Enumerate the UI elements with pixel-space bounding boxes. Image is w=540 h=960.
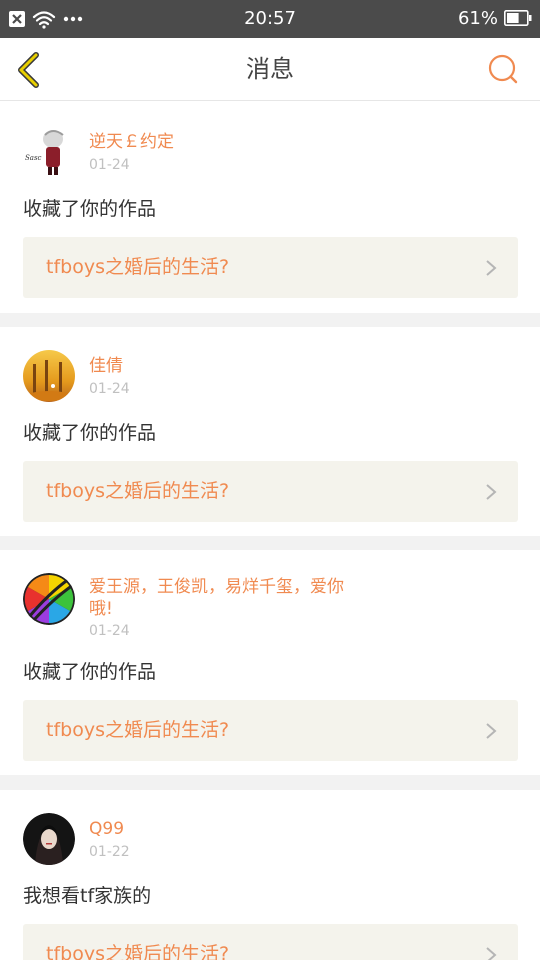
- work-title: tfboys之婚后的生活?: [46, 719, 230, 741]
- work-link[interactable]: tfboys之婚后的生活?: [23, 461, 518, 522]
- avatar[interactable]: [23, 573, 75, 625]
- work-title: tfboys之婚后的生活?: [46, 943, 230, 960]
- avatar-image: [23, 573, 75, 625]
- message-action: 收藏了你的作品: [23, 422, 157, 444]
- chevron-right-icon: [486, 947, 497, 960]
- search-icon[interactable]: [486, 52, 520, 86]
- chevron-right-icon: [486, 723, 497, 739]
- screen: 20:57 61% 消息 Sasc 逆天￡约定 01-24 收藏了你的作品 tf…: [0, 0, 540, 960]
- message-date: 01-22: [89, 844, 130, 860]
- message-card: 爱王源，王俊凯，易烊千玺，爱你哦! 01-24 收藏了你的作品 tfboys之婚…: [0, 550, 540, 775]
- work-title: tfboys之婚后的生活?: [46, 480, 230, 502]
- message-card: 佳倩 01-24 收藏了你的作品 tfboys之婚后的生活?: [0, 327, 540, 536]
- username[interactable]: 佳倩: [89, 355, 359, 377]
- message-card: Q99 01-22 我想看tf家族的 tfboys之婚后的生活?: [0, 790, 540, 960]
- work-link[interactable]: tfboys之婚后的生活?: [23, 237, 518, 298]
- message-action: 收藏了你的作品: [23, 198, 157, 220]
- message-card: Sasc 逆天￡约定 01-24 收藏了你的作品 tfboys之婚后的生活?: [0, 101, 540, 313]
- username[interactable]: 爱王源，王俊凯，易烊千玺，爱你哦!: [89, 576, 359, 620]
- work-link[interactable]: tfboys之婚后的生活?: [23, 924, 518, 960]
- work-link[interactable]: tfboys之婚后的生活?: [23, 700, 518, 761]
- avatar-image: [23, 350, 75, 402]
- avatar[interactable]: [23, 350, 75, 402]
- message-date: 01-24: [89, 623, 130, 639]
- avatar-image: [23, 813, 75, 865]
- message-date: 01-24: [89, 381, 130, 397]
- username[interactable]: Q99: [89, 818, 359, 840]
- battery-percent: 61%: [457, 8, 498, 29]
- chevron-right-icon: [486, 484, 497, 500]
- avatar-image: Sasc: [23, 125, 75, 177]
- work-title: tfboys之婚后的生活?: [46, 256, 230, 278]
- status-bar: 20:57 61%: [0, 0, 540, 38]
- battery-icon: [504, 10, 532, 26]
- username[interactable]: 逆天￡约定: [89, 131, 359, 153]
- avatar[interactable]: [23, 813, 75, 865]
- app-header: 消息: [0, 38, 540, 101]
- message-action: 收藏了你的作品: [23, 661, 157, 683]
- message-date: 01-24: [89, 157, 130, 173]
- message-action: 我想看tf家族的: [23, 885, 152, 907]
- avatar[interactable]: Sasc: [23, 125, 75, 177]
- page-title: 消息: [246, 55, 294, 83]
- chevron-right-icon: [486, 260, 497, 276]
- svg-text:Sasc: Sasc: [25, 154, 42, 162]
